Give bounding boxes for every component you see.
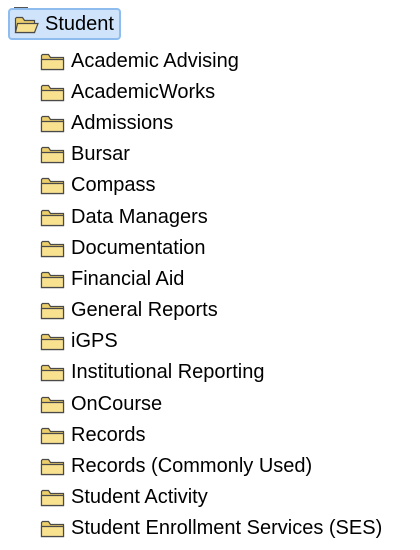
tree-item-label: AcademicWorks xyxy=(71,80,216,103)
tree-item-label: Financial Aid xyxy=(71,267,185,290)
folder-icon xyxy=(40,300,65,320)
tree-item[interactable]: Records xyxy=(40,419,382,450)
tree-item[interactable]: Admissions xyxy=(40,107,382,138)
tree-item[interactable]: Bursar xyxy=(40,139,382,170)
tree-item[interactable]: Academic Advising xyxy=(40,45,382,76)
tree-item[interactable]: AcademicWorks xyxy=(40,76,382,107)
folder-tree: Student Academic Advising AcademicWorks Ad… xyxy=(0,0,420,550)
folder-icon xyxy=(40,144,65,164)
tree-item-label: Admissions xyxy=(71,111,174,134)
folder-icon xyxy=(40,238,65,258)
tree-item[interactable]: Student Activity xyxy=(40,482,382,513)
tree-item[interactable]: Compass xyxy=(40,170,382,201)
tree-item-label: Compass xyxy=(71,174,156,197)
folder-icon xyxy=(40,269,65,289)
folder-list: Academic Advising AcademicWorks Admissions… xyxy=(40,45,382,544)
tree-item-label: OnCourse xyxy=(71,392,163,415)
folder-icon xyxy=(40,518,65,538)
folder-icon xyxy=(40,175,65,195)
tree-item-label: Records (Commonly Used) xyxy=(71,455,313,478)
folder-open-icon xyxy=(14,14,39,34)
tree-item-label: General Reports xyxy=(71,299,218,322)
folder-icon xyxy=(40,331,65,351)
tree-item[interactable]: Documentation xyxy=(40,232,382,263)
tree-item[interactable]: General Reports xyxy=(40,295,382,326)
tree-item-label: Student Enrollment Services (SES) xyxy=(71,517,383,540)
tree-item-label: Documentation xyxy=(71,236,206,259)
folder-icon xyxy=(40,113,65,133)
tree-item-label: iGPS xyxy=(71,330,118,353)
folder-icon xyxy=(40,487,65,507)
tree-item[interactable]: Records (Commonly Used) xyxy=(40,450,382,481)
folder-icon xyxy=(40,207,65,227)
tree-item-label: Bursar xyxy=(71,143,130,166)
tree-item[interactable]: Institutional Reporting xyxy=(40,357,382,388)
folder-icon xyxy=(40,394,65,414)
tree-item-label: Institutional Reporting xyxy=(71,361,265,384)
folder-icon xyxy=(40,362,65,382)
tree-item-label: Data Managers xyxy=(71,205,208,228)
tree-item[interactable]: Student Enrollment Services (SES) xyxy=(40,513,382,544)
folder-icon xyxy=(40,51,65,71)
folder-icon xyxy=(40,456,65,476)
tree-item[interactable]: OnCourse xyxy=(40,388,382,419)
folder-icon xyxy=(40,425,65,445)
tree-root-student[interactable]: Student xyxy=(8,8,121,40)
tree-item-label: Student Activity xyxy=(71,486,208,509)
tree-item-label: Academic Advising xyxy=(71,49,239,72)
tree-item[interactable]: iGPS xyxy=(40,326,382,357)
folder-icon xyxy=(40,82,65,102)
tree-item[interactable]: Data Managers xyxy=(40,201,382,232)
tree-root-label: Student xyxy=(45,13,114,35)
tree-item-label: Records xyxy=(71,423,146,446)
tree-item[interactable]: Financial Aid xyxy=(40,263,382,294)
